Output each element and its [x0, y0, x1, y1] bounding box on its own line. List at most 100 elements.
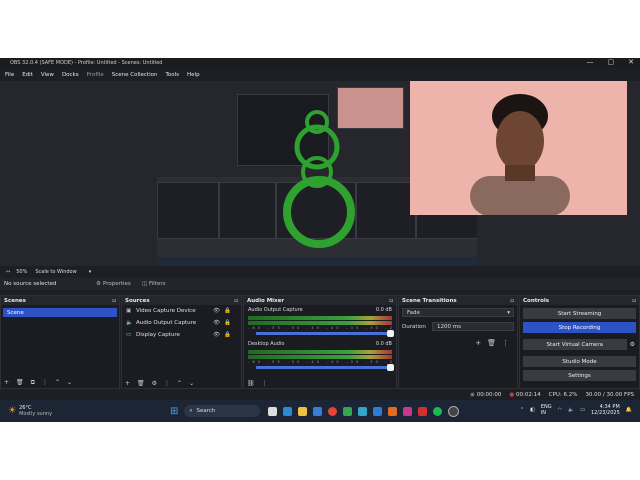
gear-icon: ⚙	[96, 281, 101, 287]
menu-bar: File Edit View Docks Profile Scene Colle…	[0, 69, 640, 80]
dock-menu-icon[interactable]: ▫	[632, 298, 636, 304]
chevron-up-icon[interactable]: ⌃	[177, 380, 182, 387]
app-icon[interactable]: ◧	[530, 407, 535, 413]
cpu-usage: CPU: 6.2%	[548, 391, 578, 398]
dock-menu-icon[interactable]: ▫	[510, 298, 514, 304]
file-explorer-icon[interactable]	[298, 406, 308, 416]
task-view-icon[interactable]	[268, 406, 278, 416]
menu-view[interactable]: View	[41, 72, 54, 78]
chevron-down-icon[interactable]: ▾	[89, 269, 92, 275]
recording-status: ● 00:02:14	[509, 391, 541, 398]
source-item[interactable]: ▣ Video Capture Device 👁🔒	[122, 305, 241, 317]
trash-icon[interactable]: 🗑	[16, 379, 24, 387]
system-tray: ⌃ ◧ ENG IN ◠ 🔈 ▭ 4:34 PM 12/23/2025 🔔	[520, 404, 632, 416]
scenes-title: Scenes	[4, 297, 26, 304]
windows-taskbar: ☀ 26°C Mostly sunny ⊞ ⌕ Search ⌃ ◧ ENG IN …	[0, 400, 640, 422]
close-button[interactable]: ✕	[628, 58, 634, 66]
menu-tools[interactable]: Tools	[165, 72, 179, 78]
volume-knob[interactable]	[387, 364, 394, 371]
chevron-down-icon[interactable]: ⌄	[189, 380, 194, 387]
filter-icon[interactable]: ⧉	[31, 379, 35, 387]
scale-select[interactable]: Scale to Window	[35, 269, 76, 275]
volume-knob[interactable]	[387, 330, 394, 337]
visibility-lock-icons[interactable]: 👁🔒	[213, 320, 235, 326]
link-icon[interactable]: ⛓	[247, 380, 255, 387]
minimize-button[interactable]: —	[587, 58, 594, 66]
app-icon[interactable]	[418, 406, 428, 416]
app-icon[interactable]	[403, 406, 413, 416]
gear-icon[interactable]: ⚙	[152, 380, 157, 387]
transitions-title: Scene Transitions	[402, 297, 457, 304]
app-icon[interactable]	[373, 406, 383, 416]
weather-icon[interactable]: ☀	[8, 406, 16, 416]
app-icon[interactable]	[343, 406, 353, 416]
dock-menu-icon[interactable]: ▫	[234, 298, 238, 304]
windows-start-icon[interactable]: ⊞	[170, 406, 178, 417]
battery-icon[interactable]: ▭	[580, 407, 585, 413]
settings-button[interactable]: Settings	[523, 370, 636, 381]
maximize-button[interactable]: ▢	[608, 58, 615, 66]
store-icon[interactable]	[313, 406, 323, 416]
more-icon[interactable]: ⋮	[164, 380, 170, 387]
source-item[interactable]: 🔈 Audio Output Capture 👁🔒	[122, 317, 241, 329]
stop-recording-button[interactable]: Stop Recording	[523, 322, 636, 333]
window-title: OBS 32.0.4 (SAFE MODE) - Profile: Untitl…	[10, 60, 163, 66]
webcam-feed	[410, 81, 627, 215]
transition-select[interactable]: Fade ▾	[402, 308, 514, 317]
sources-title: Sources	[125, 297, 150, 304]
wifi-icon[interactable]: ◠	[558, 407, 562, 413]
notification-icon[interactable]: 🔔	[626, 407, 632, 413]
visibility-lock-icons[interactable]: 👁🔒	[213, 332, 235, 338]
add-icon[interactable]: +	[4, 379, 9, 387]
preview-area[interactable]	[0, 81, 640, 266]
spotify-icon[interactable]	[433, 406, 443, 416]
more-icon[interactable]: ⋮	[502, 339, 509, 347]
duration-input[interactable]: 1200 ms	[432, 322, 514, 331]
volume-icon[interactable]: 🔈	[568, 407, 574, 413]
chevron-up-icon[interactable]: ⌃	[55, 379, 60, 387]
language-indicator[interactable]: ENG IN	[541, 404, 552, 416]
volume-slider[interactable]	[256, 330, 394, 337]
clock[interactable]: 4:34 PM 12/23/2025	[591, 404, 620, 416]
chevron-down-icon[interactable]: ⌄	[67, 379, 72, 387]
scenes-dock: Scenes ▫ Scene + 🗑 ⧉ ⋮ ⌃ ⌄	[0, 295, 120, 389]
menu-profile[interactable]: Profile	[87, 72, 104, 78]
add-icon[interactable]: +	[125, 380, 130, 387]
firefox-icon[interactable]	[388, 406, 398, 416]
camera-icon: ▣	[126, 308, 132, 314]
volume-slider[interactable]	[256, 364, 394, 371]
start-streaming-button[interactable]: Start Streaming	[523, 308, 636, 319]
nested-scenes	[157, 182, 219, 239]
obs-icon[interactable]	[448, 405, 460, 417]
more-icon[interactable]: ⋮	[42, 379, 48, 387]
menu-edit[interactable]: Edit	[22, 72, 33, 78]
menu-help[interactable]: Help	[187, 72, 200, 78]
zoom-level[interactable]: 50%	[16, 269, 27, 275]
chevron-up-icon[interactable]: ⌃	[520, 407, 524, 413]
edge-icon[interactable]	[283, 406, 293, 416]
properties-button[interactable]: Properties	[103, 281, 131, 287]
menu-file[interactable]: File	[5, 72, 14, 78]
menu-scene-collection[interactable]: Scene Collection	[112, 72, 158, 78]
more-icon[interactable]: ⋮	[262, 380, 268, 387]
source-item[interactable]: ▭ Display Capture 👁🔒	[122, 329, 241, 341]
trash-icon[interactable]: 🗑	[487, 339, 496, 347]
virtual-camera-button[interactable]: Start Virtual Camera	[523, 339, 627, 350]
dock-menu-icon[interactable]: ▫	[389, 298, 393, 304]
menu-docks[interactable]: Docks	[62, 72, 79, 78]
zoom-icon[interactable]: ↔	[6, 269, 10, 275]
mixer-footer: ⛓ ⋮	[247, 380, 268, 387]
filters-button[interactable]: Filters	[149, 281, 166, 287]
visibility-lock-icons[interactable]: 👁🔒	[213, 308, 235, 314]
add-icon[interactable]: +	[475, 339, 481, 347]
dock-menu-icon[interactable]: ▫	[112, 298, 116, 304]
gear-icon[interactable]: ⚙	[630, 341, 635, 348]
chrome-icon[interactable]	[328, 406, 338, 416]
weather-widget[interactable]: 26°C Mostly sunny	[19, 405, 52, 417]
studio-mode-button[interactable]: Studio Mode	[523, 356, 636, 367]
title-bar: OBS 32.0.4 (SAFE MODE) - Profile: Untitl…	[0, 58, 640, 68]
scene-item[interactable]: Scene	[3, 308, 117, 317]
app-icon[interactable]	[358, 406, 368, 416]
trash-icon[interactable]: 🗑	[137, 380, 145, 387]
taskbar-search[interactable]: ⌕ Search	[184, 405, 261, 417]
